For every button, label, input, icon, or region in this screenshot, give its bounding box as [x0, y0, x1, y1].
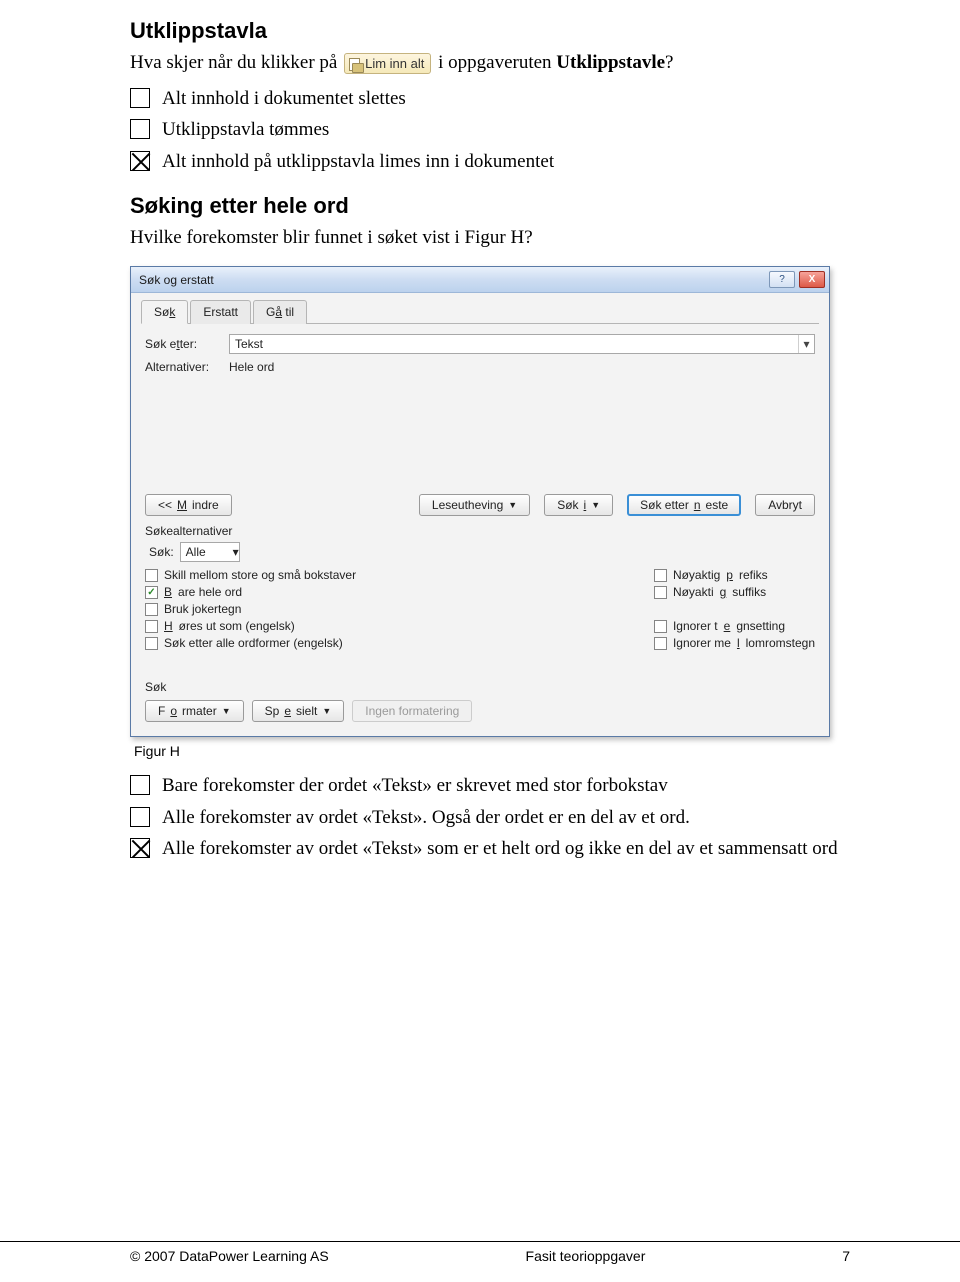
search-in-button[interactable]: Søk i ▼ — [544, 494, 613, 516]
footer-page-number: 7 — [842, 1248, 850, 1264]
tab-replace[interactable]: Erstatt — [190, 300, 251, 324]
checkbox-icon[interactable] — [654, 586, 667, 599]
checkbox-icon[interactable] — [654, 620, 667, 633]
checkbox-icon[interactable] — [145, 569, 158, 582]
find-next-button[interactable]: Søk etter neste — [627, 494, 741, 516]
tab-find[interactable]: Søk — [141, 300, 188, 324]
choice-label: Alt innhold i dokumentet slettes — [162, 86, 850, 112]
direction-label: Søk: — [149, 545, 174, 559]
checkbox-icon[interactable] — [130, 775, 150, 795]
dialog-title: Søk og erstatt — [139, 273, 214, 287]
paste-all-button[interactable]: Lim inn alt — [344, 53, 431, 75]
search-value: Tekst — [235, 337, 263, 351]
chevron-down-icon: ▼ — [322, 706, 331, 716]
close-icon: X — [809, 274, 816, 285]
q1-term: Utklippstavle — [556, 52, 665, 73]
alternatives-label: Alternativer: — [145, 360, 221, 374]
choice-1a[interactable]: Alt innhold i dokumentet slettes — [130, 86, 850, 112]
checkbox-icon[interactable] — [145, 603, 158, 616]
section2-title: Søking etter hele ord — [130, 193, 850, 219]
alternatives-value: Hele ord — [229, 360, 274, 374]
tab-goto[interactable]: Gå til — [253, 300, 307, 324]
checkbox-checked-icon[interactable] — [145, 586, 158, 599]
checkbox-icon[interactable] — [145, 620, 158, 633]
choice-1b[interactable]: Utklippstavla tømmes — [130, 117, 850, 143]
option-suffix[interactable]: Nøyaktig suffiks — [654, 585, 815, 599]
choice-label: Alle forekomster av ordet «Tekst». Også … — [162, 805, 850, 831]
checkbox-icon[interactable] — [130, 119, 150, 139]
question2: Hvilke forekomster blir funnet i søket v… — [130, 225, 850, 251]
dialog-tabs: Søk Erstatt Gå til — [141, 299, 819, 324]
chevron-down-icon[interactable]: ▾ — [798, 335, 814, 353]
checkbox-icon[interactable] — [654, 569, 667, 582]
page-footer: © 2007 DataPower Learning AS Fasit teori… — [0, 1241, 960, 1264]
search-options-title: Søkealternativer — [145, 524, 815, 538]
option-word-forms[interactable]: Søk etter alle ordformer (engelsk) — [145, 636, 356, 650]
choice-1c[interactable]: Alt innhold på utklippstavla limes inn i… — [130, 149, 850, 175]
checkbox-icon[interactable] — [130, 807, 150, 827]
checkbox-checked-icon[interactable] — [130, 151, 150, 171]
direction-value: Alle — [186, 545, 206, 559]
no-formatting-button: Ingen formatering — [352, 700, 472, 722]
find-replace-dialog: Søk og erstatt ? X Søk Erstatt Gå til Sø… — [130, 266, 830, 737]
paste-all-label: Lim inn alt — [365, 56, 424, 71]
checkbox-checked-icon[interactable] — [130, 838, 150, 858]
choice-2c[interactable]: Alle forekomster av ordet «Tekst» som er… — [130, 836, 850, 862]
cancel-button[interactable]: Avbryt — [755, 494, 815, 516]
choice-2a[interactable]: Bare forekomster der ordet «Tekst» er sk… — [130, 773, 850, 799]
footer-left: © 2007 DataPower Learning AS — [130, 1248, 329, 1264]
search-input[interactable]: Tekst ▾ — [229, 334, 815, 354]
choices-group-1: Alt innhold i dokumentet slettes Utklipp… — [130, 86, 850, 175]
help-icon: ? — [779, 274, 785, 285]
question1: Hva skjer når du klikker på Lim inn alt … — [130, 50, 850, 76]
chevron-down-icon: ▼ — [222, 706, 231, 716]
checkbox-icon[interactable] — [130, 88, 150, 108]
q1-end: ? — [665, 52, 673, 73]
group-title: Søk — [145, 680, 815, 694]
format-button[interactable]: Formater ▼ — [145, 700, 244, 722]
direction-select[interactable]: Alle ▾ — [180, 542, 240, 562]
choice-label: Alle forekomster av ordet «Tekst» som er… — [162, 836, 850, 862]
dialog-titlebar: Søk og erstatt ? X — [131, 267, 829, 293]
chevron-down-icon[interactable]: ▾ — [233, 545, 239, 559]
choices-group-2: Bare forekomster der ordet «Tekst» er sk… — [130, 773, 850, 862]
section1-title: Utklippstavla — [130, 18, 850, 44]
paste-icon — [348, 57, 362, 71]
choice-label: Utklippstavla tømmes — [162, 117, 850, 143]
option-sounds-like[interactable]: Høres ut som (engelsk) — [145, 619, 356, 633]
close-button[interactable]: X — [799, 271, 825, 288]
chevron-down-icon: ▼ — [508, 500, 517, 510]
figure-caption: Figur H — [134, 743, 850, 759]
less-button[interactable]: << Mindre — [145, 494, 232, 516]
option-match-case[interactable]: Skill mellom store og små bokstaver — [145, 568, 356, 582]
checkbox-icon[interactable] — [145, 637, 158, 650]
option-prefix[interactable]: Nøyaktig prefiks — [654, 568, 815, 582]
special-button[interactable]: Spesielt ▼ — [252, 700, 345, 722]
option-whole-word[interactable]: Bare hele ord — [145, 585, 356, 599]
q1-suffix: i oppgaveruten — [438, 52, 556, 73]
option-wildcards[interactable]: Bruk jokertegn — [145, 602, 356, 616]
reading-highlight-button[interactable]: Leseutheving ▼ — [419, 494, 530, 516]
choice-label: Alt innhold på utklippstavla limes inn i… — [162, 149, 850, 175]
checkbox-icon[interactable] — [654, 637, 667, 650]
choice-label: Bare forekomster der ordet «Tekst» er sk… — [162, 773, 850, 799]
chevron-down-icon: ▼ — [591, 500, 600, 510]
option-ignore-space[interactable]: Ignorer mellomromstegn — [654, 636, 815, 650]
option-ignore-punct[interactable]: Ignorer tegnsetting — [654, 619, 815, 633]
footer-center: Fasit teorioppgaver — [526, 1248, 646, 1264]
help-button[interactable]: ? — [769, 271, 795, 288]
q1-prefix: Hva skjer når du klikker på — [130, 52, 342, 73]
choice-2b[interactable]: Alle forekomster av ordet «Tekst». Også … — [130, 805, 850, 831]
search-label: Søk etter: — [145, 337, 221, 351]
